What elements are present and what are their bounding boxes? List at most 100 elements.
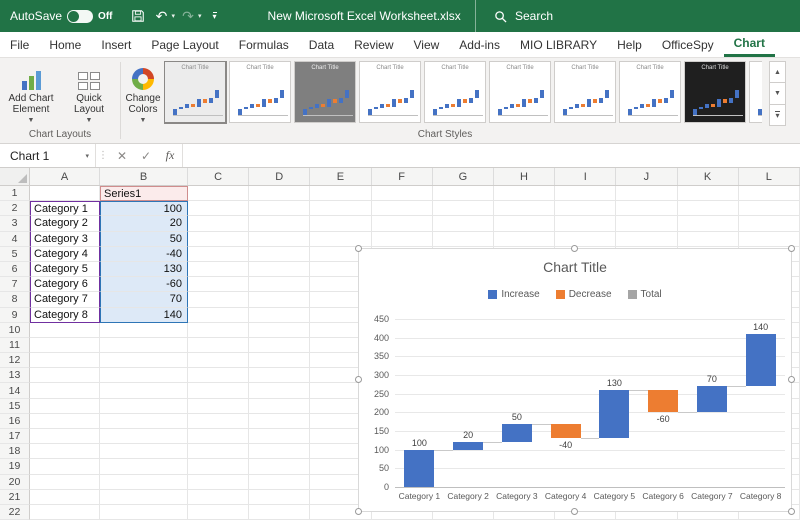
- row-header[interactable]: 9: [0, 308, 30, 323]
- cell-E4[interactable]: [310, 232, 371, 247]
- chart-style-thumbnail[interactable]: Chart Title: [294, 61, 356, 123]
- row-header[interactable]: 15: [0, 399, 30, 414]
- cancel-icon[interactable]: ✕: [110, 144, 134, 167]
- tab-view[interactable]: View: [404, 32, 450, 57]
- chart-resize-handle[interactable]: [355, 376, 362, 383]
- cell-B5[interactable]: -40: [100, 247, 188, 262]
- gallery-scroll-up-icon[interactable]: ▲: [769, 61, 786, 83]
- waterfall-bar[interactable]: [648, 390, 678, 412]
- enter-icon[interactable]: ✓: [134, 144, 158, 167]
- cell-C2[interactable]: [188, 201, 249, 216]
- row-header[interactable]: 17: [0, 429, 30, 444]
- cell-H3[interactable]: [494, 216, 555, 231]
- cell-D10[interactable]: [249, 323, 310, 338]
- cell-B10[interactable]: [100, 323, 188, 338]
- cell-A6[interactable]: Category 5: [30, 262, 100, 277]
- cell-D15[interactable]: [249, 399, 310, 414]
- cell-E3[interactable]: [310, 216, 371, 231]
- chart-resize-handle[interactable]: [788, 508, 795, 515]
- chart-style-thumbnail[interactable]: Chart Title: [749, 61, 762, 123]
- cell-C4[interactable]: [188, 232, 249, 247]
- cell-A1[interactable]: [30, 186, 100, 201]
- cell-B12[interactable]: [100, 353, 188, 368]
- cell-A17[interactable]: [30, 429, 100, 444]
- chart-resize-handle[interactable]: [788, 245, 795, 252]
- cell-A12[interactable]: [30, 353, 100, 368]
- cell-D2[interactable]: [249, 201, 310, 216]
- row-header[interactable]: 16: [0, 414, 30, 429]
- add-chart-element-button[interactable]: Add Chart Element ▼: [2, 60, 60, 128]
- cell-D8[interactable]: [249, 292, 310, 307]
- cell-A11[interactable]: [30, 338, 100, 353]
- undo-icon[interactable]: ↶: [151, 5, 173, 27]
- waterfall-bar[interactable]: [697, 386, 727, 412]
- cell-E2[interactable]: [310, 201, 371, 216]
- insert-function-icon[interactable]: fx: [158, 144, 182, 167]
- tab-page-layout[interactable]: Page Layout: [141, 32, 228, 57]
- cell-A13[interactable]: [30, 368, 100, 383]
- chart-resize-handle[interactable]: [355, 508, 362, 515]
- column-header-d[interactable]: D: [249, 168, 310, 185]
- row-header[interactable]: 4: [0, 232, 30, 247]
- row-header[interactable]: 22: [0, 505, 30, 520]
- cell-D7[interactable]: [249, 277, 310, 292]
- quick-layout-button[interactable]: Quick Layout ▼: [60, 60, 118, 128]
- chart-style-thumbnail[interactable]: Chart Title: [424, 61, 486, 123]
- tab-help[interactable]: Help: [607, 32, 652, 57]
- gallery-more-icon[interactable]: ▾: [769, 104, 786, 126]
- search-box[interactable]: Search: [475, 0, 800, 32]
- cell-C3[interactable]: [188, 216, 249, 231]
- cell-D12[interactable]: [249, 353, 310, 368]
- cell-H2[interactable]: [494, 201, 555, 216]
- cell-C11[interactable]: [188, 338, 249, 353]
- cell-H4[interactable]: [494, 232, 555, 247]
- cell-G3[interactable]: [433, 216, 494, 231]
- cell-C19[interactable]: [188, 459, 249, 474]
- cell-B17[interactable]: [100, 429, 188, 444]
- chart-style-thumbnail[interactable]: Chart Title: [684, 61, 746, 123]
- cell-B3[interactable]: 20: [100, 216, 188, 231]
- row-header[interactable]: 3: [0, 216, 30, 231]
- tab-insert[interactable]: Insert: [91, 32, 141, 57]
- cell-J1[interactable]: [616, 186, 677, 201]
- cell-F1[interactable]: [372, 186, 433, 201]
- cell-D11[interactable]: [249, 338, 310, 353]
- cell-A18[interactable]: [30, 444, 100, 459]
- name-box-dropdown-icon[interactable]: ▾: [85, 152, 89, 160]
- chart-resize-handle[interactable]: [355, 245, 362, 252]
- cell-B7[interactable]: -60: [100, 277, 188, 292]
- row-header[interactable]: 11: [0, 338, 30, 353]
- cell-B1[interactable]: Series1: [100, 186, 188, 201]
- column-header-k[interactable]: K: [678, 168, 739, 185]
- cell-A4[interactable]: Category 3: [30, 232, 100, 247]
- cell-D1[interactable]: [249, 186, 310, 201]
- chart-style-thumbnail[interactable]: Chart Title: [359, 61, 421, 123]
- cell-A10[interactable]: [30, 323, 100, 338]
- cell-C17[interactable]: [188, 429, 249, 444]
- waterfall-bar[interactable]: [599, 390, 629, 439]
- cell-B4[interactable]: 50: [100, 232, 188, 247]
- undo-dropdown-icon[interactable]: ▾: [172, 12, 176, 20]
- cell-L2[interactable]: [739, 201, 800, 216]
- cell-D9[interactable]: [249, 308, 310, 323]
- cell-B9[interactable]: 140: [100, 308, 188, 323]
- cell-K2[interactable]: [678, 201, 739, 216]
- column-header-j[interactable]: J: [616, 168, 677, 185]
- waterfall-bar[interactable]: [746, 334, 776, 386]
- cell-C14[interactable]: [188, 383, 249, 398]
- cell-A2[interactable]: Category 1: [30, 201, 100, 216]
- cell-I1[interactable]: [555, 186, 616, 201]
- cell-C7[interactable]: [188, 277, 249, 292]
- cell-B14[interactable]: [100, 383, 188, 398]
- cell-K3[interactable]: [678, 216, 739, 231]
- cell-B18[interactable]: [100, 444, 188, 459]
- cell-A16[interactable]: [30, 414, 100, 429]
- cell-D17[interactable]: [249, 429, 310, 444]
- waterfall-bar[interactable]: [453, 442, 483, 449]
- waterfall-bar[interactable]: [502, 424, 532, 443]
- cell-C22[interactable]: [188, 505, 249, 520]
- redo-dropdown-icon[interactable]: ▾: [198, 12, 202, 20]
- row-header[interactable]: 5: [0, 247, 30, 262]
- cell-C8[interactable]: [188, 292, 249, 307]
- cell-I3[interactable]: [555, 216, 616, 231]
